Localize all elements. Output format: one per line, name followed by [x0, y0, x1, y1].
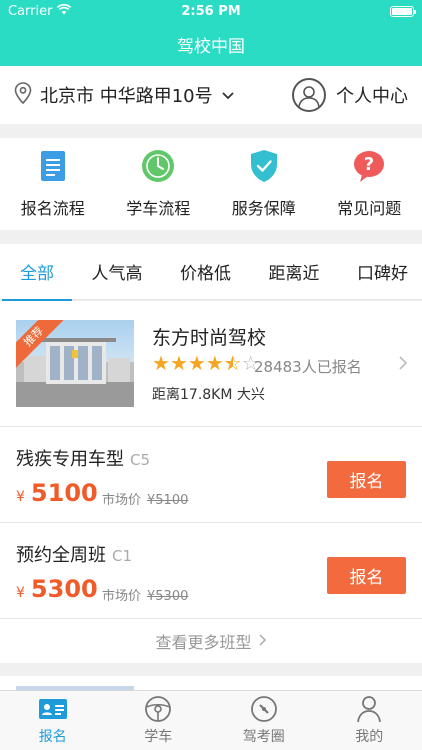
- filter-tabs: 全部 人气高 价格低 距离近 口碑好: [0, 244, 422, 301]
- course-title-text: 残疾专用车型: [16, 449, 124, 470]
- status-bar: Carrier 2:56 PM: [0, 0, 422, 22]
- view-more-courses-link[interactable]: 查看更多班型: [0, 619, 422, 663]
- svg-text:?: ?: [364, 154, 374, 175]
- tab-label: 口碑好: [357, 264, 408, 284]
- quick-entry-row: 报名流程 学车流程 服务保障 ? 常见问题: [0, 138, 422, 230]
- quick-item-label: 报名流程: [20, 199, 85, 218]
- chevron-right-icon: [258, 632, 267, 651]
- avatar-icon: [292, 78, 326, 112]
- battery-icon: [390, 5, 416, 17]
- tab-label: 全部: [20, 264, 54, 284]
- profile-label: 个人中心: [336, 86, 408, 107]
- school-photo: 推荐: [16, 320, 134, 407]
- license-class: C5: [130, 451, 151, 469]
- signup-button[interactable]: 报名: [327, 557, 406, 594]
- tab-reputation[interactable]: 口碑好: [357, 244, 408, 300]
- steering-wheel-icon: [144, 695, 172, 723]
- tab-signup[interactable]: 报名: [8, 695, 98, 746]
- tab-low-price[interactable]: 价格低: [180, 244, 231, 300]
- school-card[interactable]: 推荐 东方时尚驾校 ★ ★ ★ ★ ☆★ ☆ 28483人已报名 距离17.8K…: [0, 301, 422, 427]
- enrolled-count: 28483人已报名: [254, 358, 362, 376]
- star-full-icon: ★: [205, 351, 224, 375]
- tab-popular[interactable]: 人气高: [92, 244, 143, 300]
- nav-bar: 驾校中国: [0, 22, 422, 66]
- carrier-group: Carrier: [8, 3, 72, 19]
- currency-symbol: ¥: [16, 489, 25, 505]
- compass-icon: [250, 695, 278, 723]
- view-more-label: 查看更多班型: [155, 633, 252, 652]
- wifi-icon: [57, 3, 72, 19]
- quick-item-service-guarantee[interactable]: 服务保障: [214, 149, 314, 219]
- tab-learn-driving[interactable]: 学车: [113, 695, 203, 746]
- market-price-value: ¥5100: [147, 493, 189, 508]
- school-name: 东方时尚驾校: [152, 327, 267, 349]
- course-price: ¥5100: [16, 479, 98, 507]
- price-value: 5100: [30, 479, 98, 507]
- quick-item-label: 常见问题: [337, 199, 402, 218]
- market-price: 市场价 ¥5100: [102, 489, 188, 508]
- quick-item-learning-process[interactable]: 学车流程: [108, 149, 208, 219]
- tab-mine[interactable]: 我的: [324, 695, 414, 746]
- course-row: 残疾专用车型 C5 ¥5100 市场价 ¥5100 报名: [0, 427, 422, 523]
- question-bubble-icon: ?: [352, 149, 386, 183]
- tab-exam-circle[interactable]: 驾考圈: [219, 695, 309, 746]
- bottom-tab-bar: 报名 学车 驾考圈 我的: [0, 690, 422, 750]
- rating-stars: ★ ★ ★ ★ ☆★ ☆: [152, 353, 260, 373]
- quick-item-signup-process[interactable]: 报名流程: [3, 149, 103, 219]
- tab-label: 学车: [144, 729, 173, 745]
- star-full-icon: ★: [169, 351, 188, 375]
- star-half-icon: ☆★: [223, 351, 242, 375]
- carrier-label: Carrier: [8, 3, 53, 19]
- tab-label: 距离近: [268, 264, 320, 284]
- tab-label: 驾考圈: [242, 729, 285, 745]
- price-value: 5300: [30, 575, 98, 603]
- location-pin-icon: [14, 81, 32, 109]
- clock-icon: [141, 149, 175, 183]
- star-full-icon: ★: [152, 351, 170, 375]
- tab-nearby[interactable]: 距离近: [269, 244, 320, 300]
- tab-label: 报名: [38, 729, 67, 745]
- location-text: 北京市 中华路甲10号: [40, 86, 213, 107]
- currency-symbol: ¥: [16, 585, 25, 601]
- tab-label: 人气高: [91, 264, 143, 284]
- location-bar: 北京市 中华路甲10号 个人中心: [0, 66, 422, 124]
- school-distance: 距离17.8KM 大兴: [152, 387, 265, 403]
- tab-label: 我的: [355, 729, 384, 745]
- profile-link[interactable]: 个人中心: [292, 78, 408, 112]
- signup-button[interactable]: 报名: [327, 461, 406, 498]
- person-icon: [355, 695, 383, 723]
- course-title: 残疾专用车型 C5: [16, 445, 150, 471]
- market-price-label: 市场价: [102, 589, 142, 604]
- document-icon: [36, 149, 70, 183]
- market-price-label: 市场价: [102, 493, 142, 508]
- shield-check-icon: [247, 149, 281, 183]
- market-price-value: ¥5300: [147, 589, 189, 604]
- chevron-right-icon: [398, 355, 408, 376]
- course-row: 预约全周班 C1 ¥5300 市场价 ¥5300 报名: [0, 523, 422, 619]
- quick-item-faq[interactable]: ? 常见问题: [319, 149, 419, 219]
- license-class: C1: [112, 547, 133, 565]
- star-full-icon: ★: [187, 351, 206, 375]
- chevron-down-icon: [221, 85, 235, 106]
- course-price: ¥5300: [16, 575, 98, 603]
- course-title-text: 预约全周班: [16, 545, 106, 566]
- location-selector[interactable]: 北京市 中华路甲10号: [14, 81, 235, 109]
- quick-item-label: 服务保障: [231, 199, 296, 218]
- market-price: 市场价 ¥5300: [102, 585, 188, 604]
- id-card-icon: [38, 695, 67, 723]
- quick-item-label: 学车流程: [126, 199, 191, 218]
- tab-all[interactable]: 全部: [2, 244, 72, 301]
- page-title: 驾校中国: [177, 36, 245, 57]
- tab-label: 价格低: [180, 264, 231, 284]
- course-title: 预约全周班 C1: [16, 541, 132, 567]
